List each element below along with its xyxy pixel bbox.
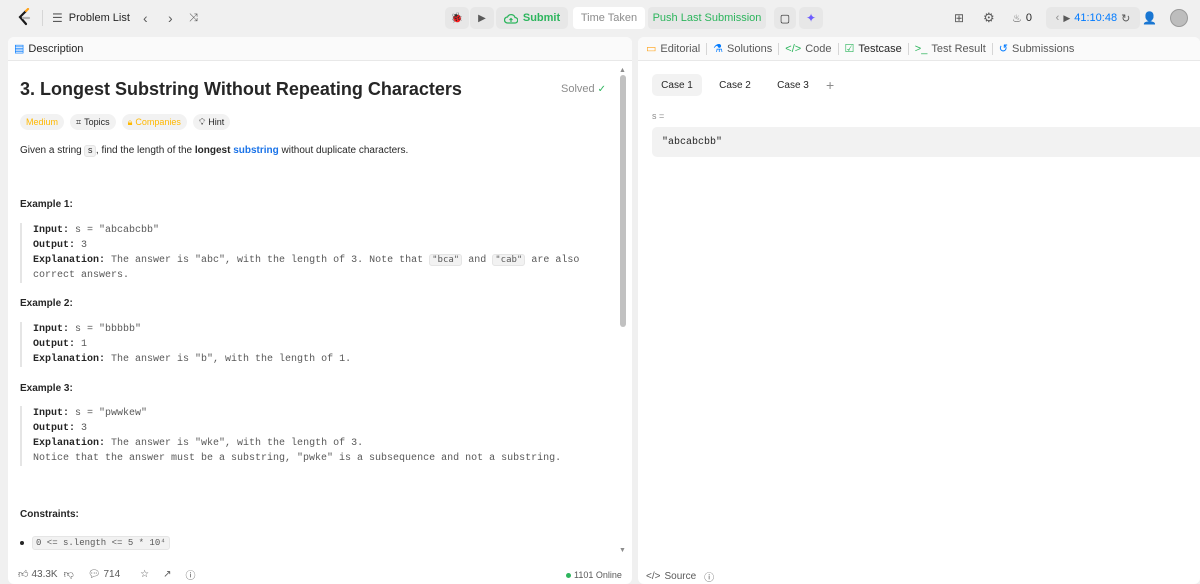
- top-bar: ☰ Problem List ‹ › ⤨ 🐞 ▶ Submit Time Tak…: [0, 0, 1200, 36]
- prev-problem-icon[interactable]: ‹: [143, 0, 148, 36]
- tab-solutions[interactable]: ⚗ Solutions: [707, 42, 778, 56]
- play-icon: ▶: [478, 12, 486, 24]
- example-1-heading: Example 1:: [20, 199, 73, 210]
- flask-icon: ⚗: [713, 43, 724, 55]
- comment-icon: 💬︎: [87, 568, 101, 580]
- debug-button[interactable]: 🐞: [445, 7, 469, 29]
- tag-row: Medium ⌗ Topics 🔒︎ Companies 💡︎ Hint: [20, 114, 231, 130]
- layout-icon[interactable]: ⊞: [954, 0, 964, 36]
- description-scrollbar[interactable]: [620, 75, 626, 327]
- online-dot: [566, 572, 571, 578]
- description-panel: ▤ Description 3. Longest Substring Witho…: [8, 37, 632, 584]
- tab-editorial[interactable]: ▭ Editorial: [638, 42, 706, 56]
- note-icon: ▢: [779, 12, 791, 25]
- reset-icon: ↻: [1121, 12, 1131, 25]
- topics-tag[interactable]: ⌗ Topics: [70, 114, 116, 130]
- case-tabs: Case 1 Case 2 Case 3 +: [652, 74, 834, 96]
- tab-code[interactable]: </> Code: [779, 43, 837, 55]
- example-2-block: Input: s = "bbbbb" Output: 1 Explanation…: [20, 322, 612, 367]
- push-last-submission-button[interactable]: Push Last Submission: [648, 7, 766, 29]
- history-icon: ↺: [998, 43, 1008, 55]
- example-3-block: Input: s = "pwwkew" Output: 3 Explanatio…: [20, 406, 612, 466]
- star-icon[interactable]: ☆: [140, 569, 149, 580]
- help-icon[interactable]: ⓘ: [186, 567, 196, 582]
- bug-icon: 🐞: [450, 12, 464, 24]
- case-2-tab[interactable]: Case 2: [710, 74, 760, 96]
- problem-description: Given a string s, find the length of the…: [20, 145, 409, 157]
- code-icon: </>: [646, 571, 661, 582]
- chevron-left-icon: ‹: [1055, 12, 1060, 24]
- flame-icon: ♨: [1012, 12, 1022, 25]
- gear-icon[interactable]: ⚙: [983, 0, 995, 36]
- terminal-icon: >_: [914, 42, 928, 55]
- add-user-icon[interactable]: 👤: [1142, 0, 1157, 36]
- thumbs-down-icon: 👎︎: [63, 569, 74, 580]
- example-2-heading: Example 2:: [20, 298, 73, 309]
- online-count: 1101 Online: [566, 570, 622, 580]
- example-1-block: Input: s = "abcabcbb" Output: 3 Explanat…: [20, 223, 612, 283]
- checkbox-icon: ☑: [844, 43, 855, 55]
- companies-tag[interactable]: 🔒︎ Companies: [121, 114, 187, 130]
- submit-label: Submit: [522, 12, 561, 24]
- tag-icon: ⌗: [76, 116, 82, 127]
- check-circle-icon: ✓: [597, 83, 607, 95]
- streak-counter[interactable]: ♨ 0: [1012, 0, 1032, 36]
- constraint-item: 0 <= s.length <= 5 * 10⁴: [20, 536, 170, 550]
- tab-testcase[interactable]: ☑ Testcase: [839, 42, 908, 56]
- book-icon: ▭: [646, 43, 657, 55]
- run-button[interactable]: ▶: [470, 7, 494, 29]
- constraints-heading: Constraints:: [20, 509, 79, 520]
- sparkle-icon: ✦: [805, 11, 817, 25]
- leetcode-logo[interactable]: [14, 8, 34, 28]
- description-footer: 👍︎ 43.3K 👎︎ 💬︎ 714 ☆ ↗ ⓘ: [8, 564, 632, 584]
- time-taken-field[interactable]: Time Taken: [573, 7, 645, 29]
- timer-value: 41:10:48: [1074, 12, 1118, 24]
- note-button[interactable]: ▢: [774, 7, 796, 29]
- document-icon: ▤: [14, 43, 25, 55]
- example-3-heading: Example 3:: [20, 383, 73, 394]
- lock-icon: 🔒︎: [127, 116, 133, 127]
- cloud-upload-icon: [503, 13, 518, 24]
- thumbs-up-icon: 👍︎: [18, 569, 29, 580]
- case-3-tab[interactable]: Case 3: [768, 74, 818, 96]
- tab-submissions[interactable]: ↺ Submissions: [993, 42, 1081, 56]
- variable-label: s =: [652, 111, 665, 121]
- tab-description[interactable]: ▤ Description: [8, 42, 89, 56]
- substring-link[interactable]: substring: [233, 145, 279, 156]
- solved-badge: Solved ✓: [561, 83, 607, 95]
- scroll-down-icon[interactable]: ▼: [619, 547, 626, 554]
- testcase-input[interactable]: "abcabcbb": [652, 127, 1200, 157]
- share-icon[interactable]: ↗: [163, 569, 171, 580]
- description-tab-bar: ▤ Description: [8, 37, 632, 61]
- testcase-tab-bar: ▭ Editorial ⚗ Solutions </> Code ☑ Testc…: [638, 37, 1200, 61]
- avatar[interactable]: [1170, 0, 1188, 36]
- submit-button[interactable]: Submit: [496, 7, 568, 29]
- problem-list-button[interactable]: ☰ Problem List: [52, 0, 130, 36]
- page-title: 3. Longest Substring Without Repeating C…: [20, 79, 462, 99]
- case-1-tab[interactable]: Case 1: [652, 74, 702, 96]
- problem-list-label: Problem List: [68, 12, 130, 24]
- streak-count: 0: [1025, 12, 1032, 24]
- ai-button[interactable]: ✦: [799, 7, 823, 29]
- testcase-panel: ▭ Editorial ⚗ Solutions </> Code ☑ Testc…: [638, 37, 1200, 584]
- code-icon: </>: [785, 42, 802, 55]
- difficulty-badge[interactable]: Medium: [20, 114, 65, 130]
- scroll-up-icon[interactable]: ▲: [619, 67, 626, 74]
- next-problem-icon[interactable]: ›: [168, 0, 173, 36]
- list-icon: ☰: [52, 11, 63, 25]
- shuffle-icon[interactable]: ⤨: [189, 0, 198, 36]
- hint-tag[interactable]: 💡︎ Hint: [192, 114, 231, 130]
- play-icon: ▶: [1063, 12, 1071, 23]
- help-icon: ⓘ: [704, 573, 715, 584]
- comments-button[interactable]: 💬︎ 714: [88, 569, 120, 580]
- dislike-button[interactable]: 👎︎: [64, 568, 74, 580]
- like-button[interactable]: 👍︎ 43.3K: [18, 568, 58, 581]
- add-case-icon[interactable]: +: [826, 74, 834, 96]
- lightbulb-icon: 💡︎: [198, 116, 206, 127]
- timer-widget[interactable]: ‹ ▶ 41:10:48 ↻: [1046, 7, 1140, 29]
- source-button[interactable]: </> Source ⓘ: [646, 569, 714, 584]
- tab-test-result[interactable]: >_ Test Result: [909, 43, 992, 55]
